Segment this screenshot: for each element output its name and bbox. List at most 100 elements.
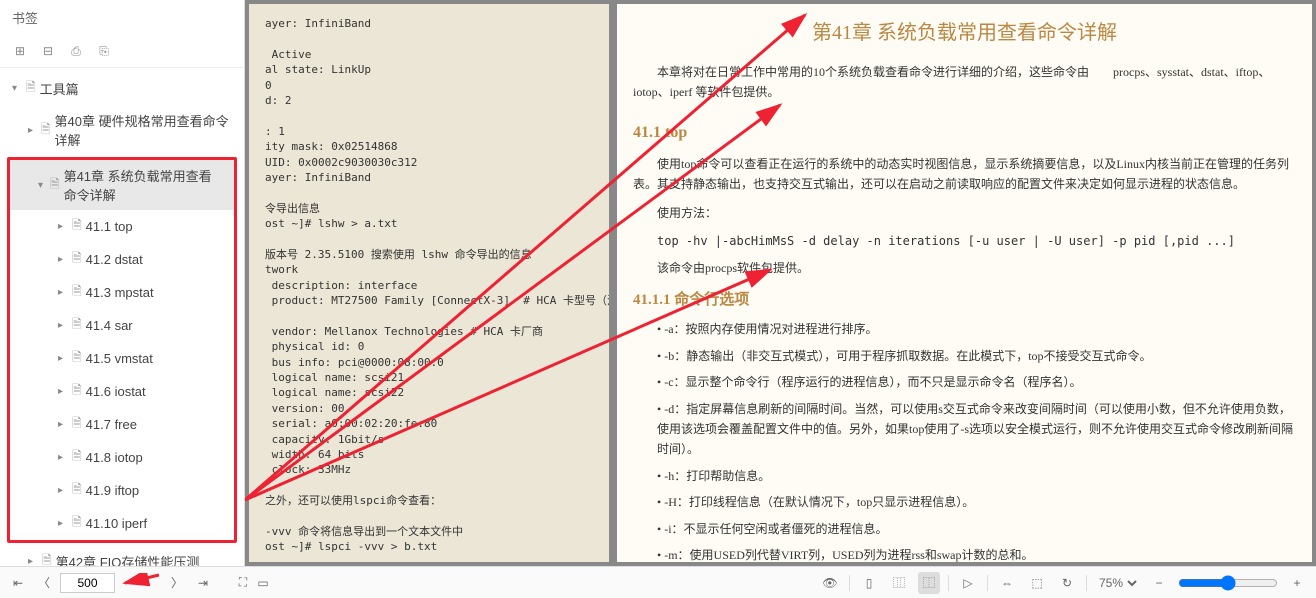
- outline-label: 第40章 硬件规格常用查看命令详解: [55, 111, 232, 149]
- outline-chapter-41[interactable]: ▾ 🗎 第41章 系统负载常用查看命令详解: [10, 160, 234, 210]
- expand-icon[interactable]: ⊞: [12, 43, 28, 59]
- chevron-right-icon: ▸: [28, 125, 37, 136]
- sidebar-title: 书签: [0, 0, 244, 35]
- presentation-button[interactable]: ▭: [253, 573, 273, 593]
- code-line: [265, 308, 593, 323]
- outline-section-41-1[interactable]: ▸🗎41.1 top: [10, 210, 234, 243]
- sidebar-toolbar: ⊞ ⊟ ⎙ ⎘: [0, 35, 244, 68]
- outline-section-41-4[interactable]: ▸🗎41.4 sar: [10, 309, 234, 342]
- rotate-button[interactable]: ↻: [1056, 572, 1078, 594]
- code-line: ost ~]# lspci -vvv > b.txt: [265, 539, 593, 554]
- code-line: [265, 555, 593, 562]
- bookmarks-sidebar: 书签 ⊞ ⊟ ⎙ ⎘ ▾ 🗎 工具篇 ▸ 🗎 第40章 硬件规格常用查看命令详解…: [0, 0, 245, 566]
- doc-icon: 🗎: [41, 120, 51, 141]
- bullet-item: • -a：按照内存使用情况对进程进行排序。: [657, 319, 1296, 339]
- code-line: 版本号 2.35.5100 搜索使用 lshw 命令导出的信息: [265, 247, 593, 262]
- code-line: : 1: [265, 124, 593, 139]
- doc-icon: 🗎: [72, 348, 82, 369]
- code-line: [265, 231, 593, 246]
- outline-label: 41.6 iostat: [86, 384, 146, 399]
- outline-chapter-40[interactable]: ▸ 🗎 第40章 硬件规格常用查看命令详解: [0, 105, 244, 155]
- doc-icon: 🗎: [72, 480, 82, 501]
- chevron-right-icon: ▸: [58, 386, 68, 397]
- fullscreen-button[interactable]: ⛶: [233, 573, 253, 593]
- separator: [987, 575, 988, 591]
- view-facing-button[interactable]: ⿰: [918, 572, 940, 594]
- outline-label: 第42章 FIO存储性能压测: [56, 552, 200, 566]
- code-line: logical name: scsi21: [265, 370, 593, 385]
- code-line: [265, 31, 593, 46]
- outline-section-41-10[interactable]: ▸🗎41.10 iperf: [10, 507, 234, 540]
- chevron-right-icon: ▸: [58, 518, 68, 529]
- code-line: twork: [265, 262, 593, 277]
- doc-icon: 🗎: [72, 381, 82, 402]
- outline-root[interactable]: ▾ 🗎 工具篇: [0, 72, 244, 105]
- command-line: top -hv |-abcHimMsS -d delay -n iteratio…: [657, 231, 1296, 251]
- outline-label: 41.9 iftop: [86, 483, 140, 498]
- bullet-item: • -d：指定屏幕信息刷新的间隔时间。当然，可以使用s交互式命令来改变间隔时间（…: [657, 399, 1296, 460]
- code-line: d: 2: [265, 93, 593, 108]
- chevron-right-icon: ▸: [58, 485, 68, 496]
- outline-label: 41.4 sar: [86, 318, 133, 333]
- code-line: physical id: 0: [265, 339, 593, 354]
- outline-label: 41.1 top: [86, 219, 133, 234]
- section-header-41-1: 41.1 top: [633, 119, 1296, 146]
- view-continuous-button[interactable]: ⿲: [888, 572, 910, 594]
- chevron-right-icon: ▸: [28, 556, 38, 566]
- outline-section-41-6[interactable]: ▸ 🗎 41.6 iostat: [10, 375, 234, 408]
- outline-section-41-8[interactable]: ▸🗎41.8 iotop: [10, 441, 234, 474]
- play-button[interactable]: ▷: [957, 572, 979, 594]
- chevron-right-icon: ▸: [58, 452, 68, 463]
- doc-icon: 🗎: [72, 414, 82, 435]
- outline-chapter-42[interactable]: ▸ 🗎 第42章 FIO存储性能压测: [0, 545, 244, 566]
- doc-icon: 🗎: [72, 282, 82, 303]
- annotation-arrow-page: [121, 573, 161, 593]
- outline-section-41-3[interactable]: ▸🗎41.3 mpstat: [10, 276, 234, 309]
- outline-section-41-2[interactable]: ▸🗎41.2 dstat: [10, 243, 234, 276]
- tag-icon[interactable]: ⎘: [96, 43, 112, 59]
- code-line: clock: 33MHz: [265, 462, 593, 477]
- chapter-intro: 本章将对在日常工作中常用的10个系统负载查看命令进行详细的介绍，这些命令由 pr…: [633, 62, 1296, 103]
- bullet-item: • -i：不显示任何空闲或者僵死的进程信息。: [657, 519, 1296, 539]
- outline-label: 工具篇: [40, 79, 79, 98]
- chevron-down-icon: ▾: [38, 180, 46, 191]
- doc-icon: 🗎: [72, 249, 82, 270]
- code-line: UID: 0x0002c9030030c312: [265, 155, 593, 170]
- code-line: bus info: pci@0000:08:00.0: [265, 355, 593, 370]
- code-line: [265, 478, 593, 493]
- chevron-right-icon: ▸: [58, 353, 68, 364]
- chevron-down-icon: ▾: [12, 83, 22, 94]
- outline-label: 41.8 iotop: [86, 450, 143, 465]
- zoom-in-button[interactable]: +: [1286, 572, 1308, 594]
- last-page-button[interactable]: ⇥: [193, 573, 213, 593]
- outline-section-41-5[interactable]: ▸🗎41.5 vmstat: [10, 342, 234, 375]
- doc-icon: 🗎: [50, 175, 60, 196]
- view-single-button[interactable]: ▯: [858, 572, 880, 594]
- zoom-out-button[interactable]: −: [1148, 572, 1170, 594]
- view-reading-button[interactable]: 👁: [819, 572, 841, 594]
- code-line: 0: [265, 78, 593, 93]
- zoom-select[interactable]: 75%: [1095, 575, 1140, 591]
- bookmark-icon[interactable]: ⎙: [68, 43, 84, 59]
- outline-label: 41.2 dstat: [86, 252, 143, 267]
- chevron-right-icon: ▸: [58, 419, 68, 430]
- document-viewport[interactable]: ayer: InfiniBand Activeal state: LinkUp0…: [245, 0, 1316, 566]
- page-number-input[interactable]: [60, 573, 115, 593]
- outline-tree: ▾ 🗎 工具篇 ▸ 🗎 第40章 硬件规格常用查看命令详解 ▾ 🗎 第41章 系…: [0, 68, 244, 566]
- separator: [948, 575, 949, 591]
- fit-page-button[interactable]: ⬚: [1026, 572, 1048, 594]
- first-page-button[interactable]: ⇤: [8, 573, 28, 593]
- collapse-icon[interactable]: ⊟: [40, 43, 56, 59]
- outline-section-41-9[interactable]: ▸ 🗎 41.9 iftop: [10, 474, 234, 507]
- code-line: [265, 509, 593, 524]
- code-line: description: interface: [265, 278, 593, 293]
- outline-section-41-7[interactable]: ▸🗎41.7 free: [10, 408, 234, 441]
- doc-icon: 🗎: [42, 551, 52, 566]
- fit-width-button[interactable]: ⇔: [996, 572, 1018, 594]
- code-line: ity mask: 0x02514868: [265, 139, 593, 154]
- code-line: product: MT27500 Family [ConnectX-3] # H…: [265, 293, 593, 308]
- prev-page-button[interactable]: 〈: [34, 573, 54, 593]
- zoom-slider[interactable]: [1178, 575, 1278, 591]
- outline-label: 41.10 iperf: [86, 516, 147, 531]
- next-page-button[interactable]: 〉: [167, 573, 187, 593]
